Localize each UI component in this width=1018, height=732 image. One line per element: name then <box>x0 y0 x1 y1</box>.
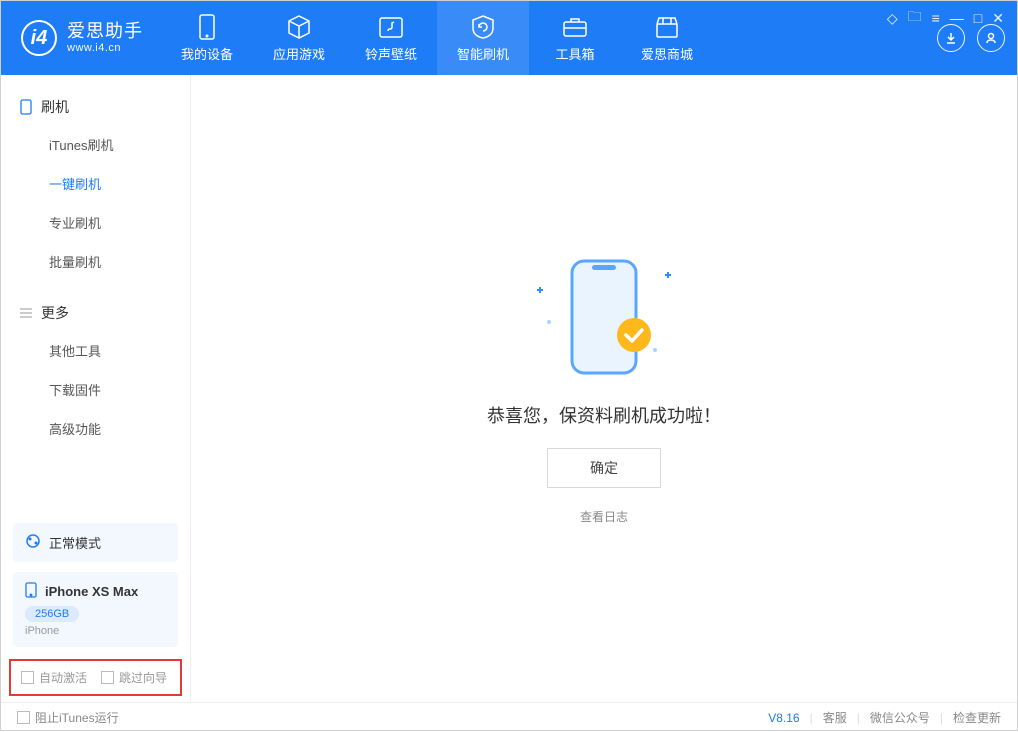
mode-icon <box>25 533 41 552</box>
tab-smart-flash[interactable]: 智能刷机 <box>437 1 529 75</box>
shirt-icon[interactable]: ◇ <box>887 10 898 27</box>
checkbox-icon <box>21 671 34 684</box>
view-log-link[interactable]: 查看日志 <box>580 508 628 525</box>
refresh-shield-icon <box>470 14 496 40</box>
header-right: ◇ 🗀 ≡ ― □ ✕ <box>937 1 1017 75</box>
sidebar-item-download-fw[interactable]: 下载固件 <box>1 370 190 409</box>
device-type: iPhone <box>25 625 166 637</box>
sidebar-item-advanced[interactable]: 高级功能 <box>1 409 190 448</box>
logo-area: i4 爱思助手 www.i4.cn <box>1 1 161 75</box>
tab-label: 工具箱 <box>555 44 594 63</box>
tab-ringtone-wallpaper[interactable]: 铃声壁纸 <box>345 1 437 75</box>
app-header: i4 爱思助手 www.i4.cn 我的设备 应用游戏 铃声壁纸 <box>1 1 1017 75</box>
checkbox-icon <box>101 671 114 684</box>
section-title: 刷机 <box>41 97 69 117</box>
tab-store[interactable]: 爱思商城 <box>621 1 713 75</box>
tab-label: 我的设备 <box>181 44 233 63</box>
store-icon <box>654 14 680 40</box>
tab-apps-games[interactable]: 应用游戏 <box>253 1 345 75</box>
device-capacity: 256GB <box>25 606 79 622</box>
device-icon <box>194 14 220 40</box>
lock-icon[interactable]: 🗀 <box>908 6 922 30</box>
tab-label: 智能刷机 <box>457 44 509 63</box>
main-content: 恭喜您，保资料刷机成功啦！ 确定 查看日志 <box>191 75 1017 702</box>
phone-icon <box>19 100 33 114</box>
mode-label: 正常模式 <box>49 533 101 552</box>
minimize-button[interactable]: ― <box>950 10 964 26</box>
nav-tabs: 我的设备 应用游戏 铃声壁纸 智能刷机 工具箱 <box>161 1 713 75</box>
tab-label: 爱思商城 <box>641 44 693 63</box>
music-folder-icon <box>378 14 404 40</box>
sidebar-item-oneclick-flash[interactable]: 一键刷机 <box>1 164 190 203</box>
support-link[interactable]: 客服 <box>823 709 847 726</box>
cube-icon <box>286 14 312 40</box>
tab-toolbox[interactable]: 工具箱 <box>529 1 621 75</box>
device-name: iPhone XS Max <box>45 584 138 599</box>
tab-label: 铃声壁纸 <box>365 44 417 63</box>
check-update-link[interactable]: 检查更新 <box>953 709 1001 726</box>
sidebar: 刷机 iTunes刷机 一键刷机 专业刷机 批量刷机 更多 其他工具 下载固件 … <box>1 75 191 702</box>
close-button[interactable]: ✕ <box>992 10 1004 27</box>
device-card[interactable]: iPhone XS Max 256GB iPhone <box>13 572 178 647</box>
maximize-button[interactable]: □ <box>974 10 982 26</box>
logo-icon: i4 <box>21 20 57 56</box>
mode-card[interactable]: 正常模式 <box>13 523 178 562</box>
auto-activate-checkbox[interactable]: 自动激活 <box>21 669 87 686</box>
device-phone-icon <box>25 582 37 601</box>
sidebar-section-more: 更多 <box>1 295 190 331</box>
flash-options-row: 自动激活 跳过向导 <box>9 659 182 696</box>
checkbox-icon <box>17 711 30 724</box>
sidebar-item-batch-flash[interactable]: 批量刷机 <box>1 242 190 281</box>
success-illustration <box>529 252 679 382</box>
sidebar-item-pro-flash[interactable]: 专业刷机 <box>1 203 190 242</box>
app-subtitle: www.i4.cn <box>67 42 143 54</box>
tab-label: 应用游戏 <box>273 44 325 63</box>
skip-guide-checkbox[interactable]: 跳过向导 <box>101 669 167 686</box>
window-controls: ◇ 🗀 ≡ ― □ ✕ <box>887 6 1004 30</box>
app-title: 爱思助手 <box>67 22 143 42</box>
section-title: 更多 <box>41 303 69 323</box>
ok-button[interactable]: 确定 <box>547 448 661 488</box>
tab-my-device[interactable]: 我的设备 <box>161 1 253 75</box>
option-label: 自动激活 <box>39 669 87 686</box>
sidebar-section-flash: 刷机 <box>1 89 190 125</box>
success-message: 恭喜您，保资料刷机成功啦！ <box>487 402 721 428</box>
wechat-link[interactable]: 微信公众号 <box>870 709 930 726</box>
option-label: 跳过向导 <box>119 669 167 686</box>
toolbox-icon <box>562 14 588 40</box>
block-itunes-checkbox[interactable]: 阻止iTunes运行 <box>17 709 119 726</box>
sidebar-item-other-tools[interactable]: 其他工具 <box>1 331 190 370</box>
list-icon <box>19 306 33 320</box>
footer: 阻止iTunes运行 V8.16 | 客服 | 微信公众号 | 检查更新 <box>1 702 1017 732</box>
sidebar-item-itunes-flash[interactable]: iTunes刷机 <box>1 125 190 164</box>
block-itunes-label: 阻止iTunes运行 <box>35 709 119 726</box>
version-label: V8.16 <box>768 711 799 725</box>
menu-icon[interactable]: ≡ <box>932 10 940 26</box>
